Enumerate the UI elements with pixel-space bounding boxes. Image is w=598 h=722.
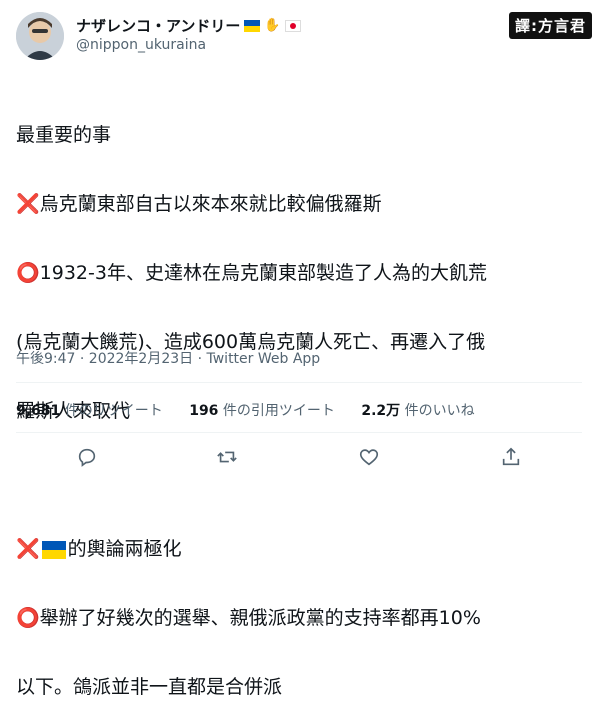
tweet-line: 以下。鴿派並非一直都是合併派 [16,676,586,699]
tweet-line: ❌烏克蘭東部自古以來本來就比較偏俄羅斯 [16,193,586,216]
circle-mark-icon: ⭕ [16,262,40,284]
reply-icon [78,448,96,467]
tweet-line: ⭕舉辦了好幾次的選舉、親俄派政黨的支持率都再10% [16,607,586,630]
tweet-line: ❌ 的輿論兩極化 [16,538,586,561]
circle-mark-icon: ⭕ [16,607,40,629]
tweet-line-text: 的輿論兩極化 [67,538,182,560]
likes-stat[interactable]: 2.2万 件のいいね [361,403,474,419]
quotes-stat[interactable]: 196 件の引用ツイート [189,403,335,419]
share-button[interactable] [500,446,526,472]
retweet-icon [217,451,237,463]
display-name-text: ナザレンコ・アンドリー [76,17,241,35]
like-button[interactable] [358,446,384,472]
tweet-line: ⭕1932-3年、史達林在烏克蘭東部製造了人為的大飢荒 [16,262,586,285]
tweet-line: 最重要的事 [16,124,586,147]
quotes-count: 196 [189,403,219,419]
user-handle[interactable]: @nippon_ukuraina [76,37,206,53]
cross-mark-icon: ❌ [16,193,40,215]
retweets-stat[interactable]: 9,681 件のリツイート [16,403,163,419]
japan-flag-icon [284,19,301,32]
tweet-line-text: 舉辦了好幾次的選舉、親俄派政黨的支持率都再10% [39,607,481,629]
tweet-line-text: 烏克蘭東部自古以來本來就比較偏俄羅斯 [39,193,382,215]
display-name[interactable]: ナザレンコ・アンドリー ✋ [76,15,301,36]
watermark: 譯:方言君 [509,12,592,39]
quotes-label: 件の引用ツイート [222,403,335,419]
divider [16,432,582,433]
tweet-line-text: 1932-3年、史達林在烏克蘭東部製造了人為的大飢荒 [39,262,487,284]
retweets-label: 件のリツイート [64,403,163,419]
ukraine-flag-icon [244,19,261,32]
action-bar [16,446,582,474]
ukraine-flag-icon [41,540,66,559]
reply-button[interactable] [76,446,102,472]
tweet-stats: 9,681 件のリツイート 196 件の引用ツイート 2.2万 件のいいね [16,400,497,420]
tweet-line-text: 最重要的事 [16,124,112,146]
divider [16,382,582,383]
avatar[interactable] [16,12,64,60]
like-icon [359,449,379,466]
likes-count: 2.2万 [361,403,401,419]
cross-mark-icon: ❌ [16,538,40,560]
handshake-icon: ✋ [264,18,281,33]
likes-label: 件のいいね [404,403,475,419]
tweet-line-text: 以下。鴿派並非一直都是合併派 [16,676,283,698]
tweet-timestamp[interactable]: 午後9:47 · 2022年2月23日 · Twitter Web App [16,348,320,368]
share-icon [502,447,520,466]
retweet-button[interactable] [216,446,242,472]
retweets-count: 9,681 [16,403,61,419]
